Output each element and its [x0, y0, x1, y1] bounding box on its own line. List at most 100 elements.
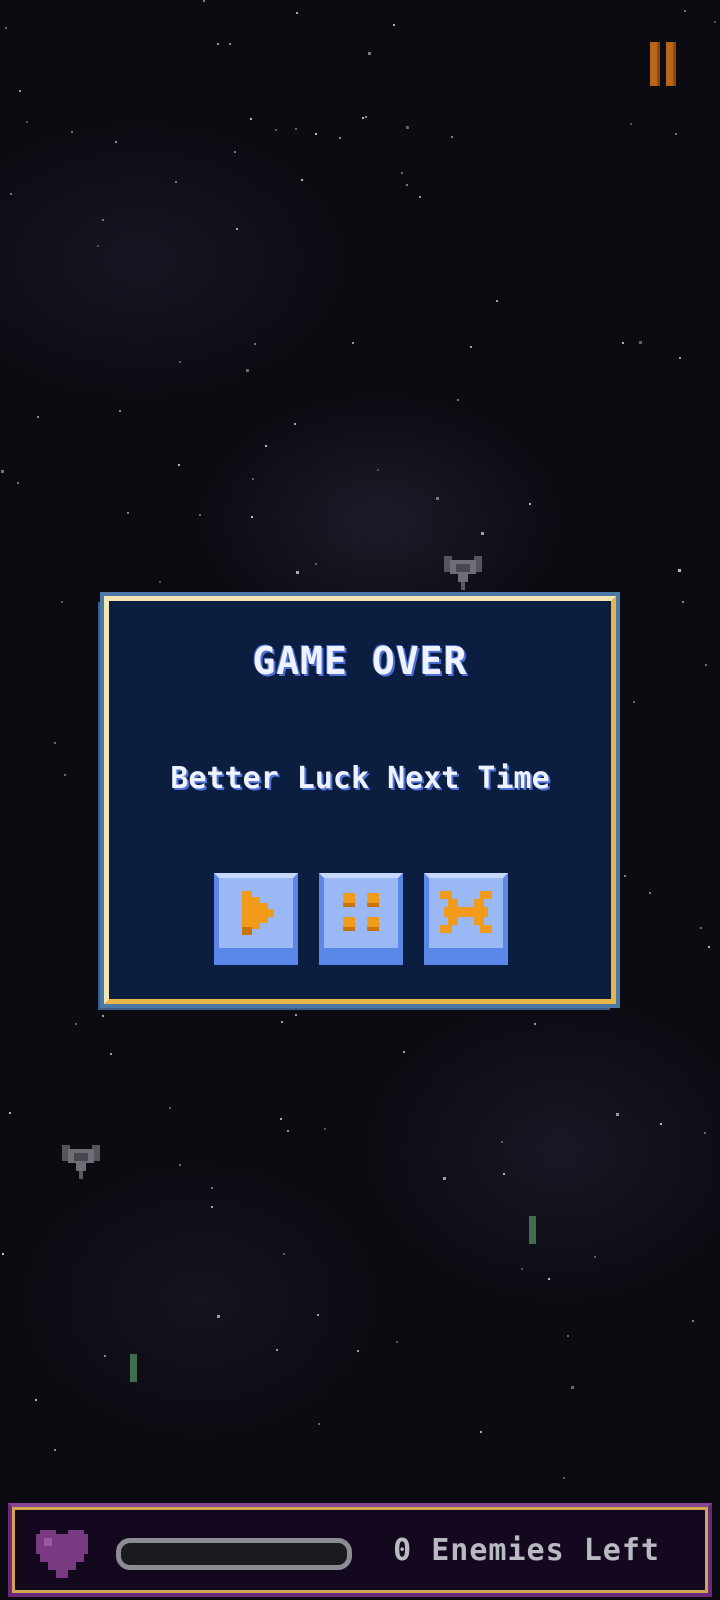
star: [175, 181, 177, 183]
laser-projectile: [130, 1354, 137, 1382]
star: [179, 361, 181, 363]
star: [71, 131, 73, 133]
star: [9, 1112, 11, 1114]
star: [179, 1164, 181, 1166]
star: [457, 399, 459, 401]
star: [633, 701, 635, 703]
star: [365, 116, 367, 118]
star: [377, 469, 379, 471]
pause-button[interactable]: [648, 42, 678, 86]
star: [37, 416, 39, 418]
star: [199, 514, 201, 516]
star: [318, 1423, 320, 1425]
dialog-subtitle: Better Luck Next Time: [170, 761, 550, 796]
star: [362, 117, 364, 119]
button-base: [424, 953, 508, 965]
star: [178, 464, 180, 466]
star: [618, 657, 620, 659]
star: [563, 1477, 565, 1479]
star: [281, 1021, 283, 1023]
star: [211, 1187, 213, 1189]
button-base: [319, 953, 403, 965]
star: [529, 503, 531, 505]
star: [521, 1268, 523, 1270]
star: [704, 1132, 706, 1134]
star: [675, 133, 677, 135]
star: [296, 12, 298, 14]
star: [393, 24, 395, 26]
star: [295, 1014, 297, 1016]
star: [443, 1177, 446, 1180]
game-screen: GAME OVER Better Luck Next Time 0 Enemie…: [0, 0, 720, 1600]
star: [624, 875, 626, 877]
star: [451, 136, 453, 138]
star: [280, 1118, 282, 1120]
star: [97, 245, 99, 247]
star: [75, 1023, 77, 1025]
star: [339, 137, 341, 139]
star: [396, 1341, 398, 1343]
star: [317, 1314, 319, 1316]
star: [501, 1141, 503, 1143]
star: [548, 1278, 550, 1280]
star: [480, 1431, 482, 1433]
star: [503, 1173, 505, 1175]
star: [102, 1015, 104, 1017]
star: [275, 129, 277, 131]
star: [251, 516, 253, 518]
star: [217, 1315, 220, 1318]
heart-icon: [36, 1530, 88, 1578]
star: [5, 27, 7, 29]
star: [234, 151, 236, 153]
enemy-ship-icon: [444, 556, 482, 590]
star: [682, 601, 684, 603]
dialog-title: GAME OVER: [252, 639, 468, 683]
button-base: [214, 953, 298, 965]
star: [246, 369, 249, 372]
star: [104, 1355, 106, 1357]
star: [254, 343, 256, 345]
star: [700, 927, 702, 929]
star: [315, 133, 317, 135]
star: [679, 357, 681, 359]
enemy-ship-icon: [62, 1145, 100, 1179]
star: [571, 1386, 574, 1389]
menu-dots-icon: [343, 893, 379, 931]
star: [159, 581, 161, 583]
star: [252, 478, 254, 480]
star: [419, 196, 421, 198]
star: [1, 470, 4, 473]
star: [368, 52, 371, 55]
star: [714, 21, 716, 23]
star: [110, 1053, 112, 1055]
star: [684, 10, 686, 12]
star: [54, 742, 56, 744]
menu-button[interactable]: [319, 873, 403, 965]
star: [283, 1253, 285, 1255]
star: [169, 1107, 171, 1109]
star: [276, 1349, 278, 1351]
star: [119, 410, 121, 412]
star: [594, 1256, 596, 1258]
star: [616, 1113, 619, 1116]
star: [639, 341, 642, 344]
star: [470, 346, 472, 348]
star: [649, 892, 651, 894]
star: [64, 774, 66, 776]
star: [19, 90, 21, 92]
star: [110, 1008, 112, 1010]
star: [678, 569, 681, 572]
pause-icon-bar-left: [650, 42, 660, 86]
star: [115, 141, 117, 143]
star: [481, 532, 484, 535]
laser-projectile: [529, 1216, 536, 1244]
star: [352, 342, 354, 344]
star: [2, 1253, 4, 1255]
play-icon: [242, 891, 274, 935]
quit-button[interactable]: [424, 873, 508, 965]
star: [17, 482, 19, 484]
star: [61, 601, 63, 603]
star: [211, 1206, 213, 1208]
star: [54, 1449, 56, 1451]
replay-button[interactable]: [214, 873, 298, 965]
